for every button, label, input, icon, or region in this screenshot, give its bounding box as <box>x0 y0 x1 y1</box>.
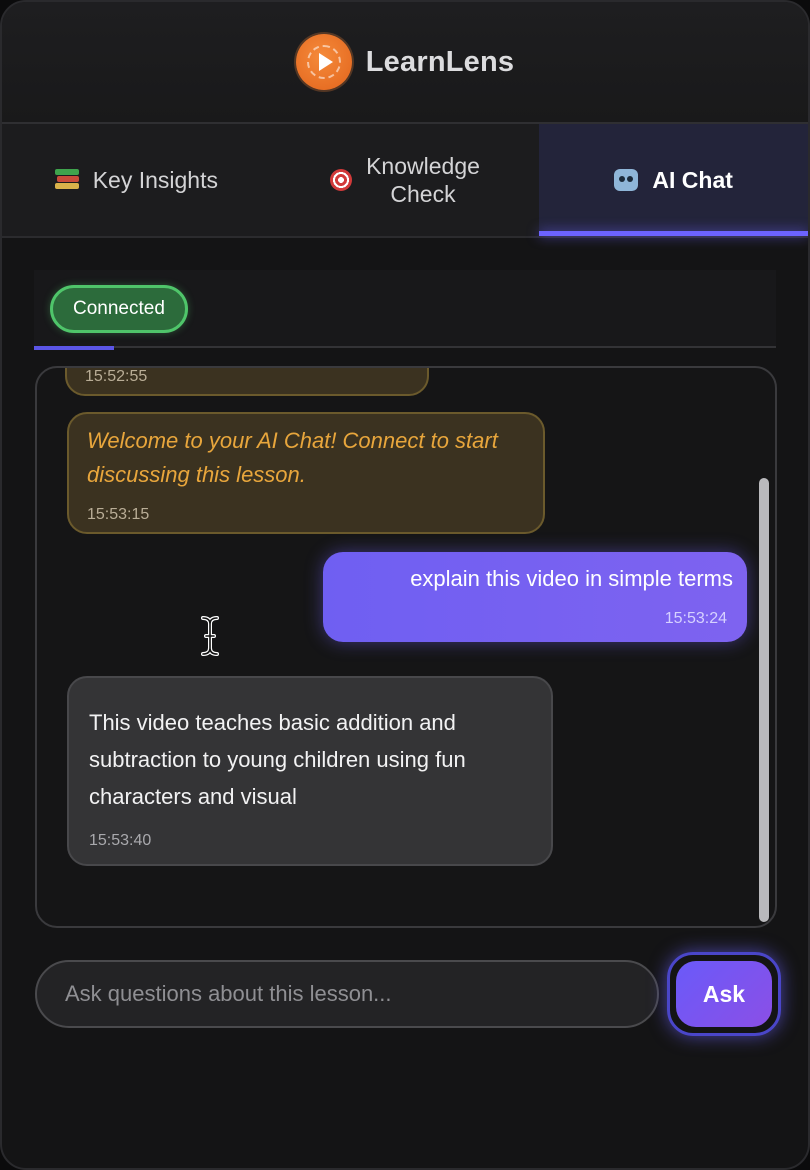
message-text: This video teaches basic addition and su… <box>89 710 466 809</box>
learnlens-panel: LearnLens Key Insights Knowledge Check A… <box>0 0 810 1170</box>
question-input[interactable] <box>35 960 659 1028</box>
tab-label: Key Insights <box>92 167 218 193</box>
target-icon <box>330 169 353 191</box>
ask-button-focus-ring: Ask <box>667 952 781 1036</box>
chat-scrollbar[interactable] <box>759 478 769 922</box>
connection-status-bar: Connected <box>34 270 776 348</box>
app-title: LearnLens <box>365 45 515 78</box>
play-logo-icon <box>295 34 352 90</box>
app-header: LearnLens <box>2 2 808 124</box>
books-icon <box>54 169 79 191</box>
message-time: 15:53:24 <box>664 610 727 627</box>
text-cursor-icon <box>201 616 219 656</box>
assistant-message: This video teaches basic addition and su… <box>67 676 553 866</box>
message-text: explain this video in simple terms <box>410 566 733 591</box>
system-message: Welcome to your AI Chat! Connect to star… <box>67 412 545 534</box>
user-message: explain this video in simple terms 15:53… <box>323 552 747 642</box>
message-time: 15:53:40 <box>89 832 152 849</box>
message-text: Welcome to your AI Chat! Connect to star… <box>87 428 498 487</box>
system-message: 15:52:55 <box>65 368 429 396</box>
tab-bar: Key Insights Knowledge Check AI Chat <box>2 124 808 238</box>
tab-label: Knowledge Check <box>366 153 480 207</box>
chat-messages[interactable]: 15:52:55 Welcome to your AI Chat! Connec… <box>35 366 777 928</box>
tab-label: AI Chat <box>652 167 733 193</box>
tab-key-insights[interactable]: Key Insights <box>2 124 271 236</box>
status-badge: Connected <box>50 285 188 333</box>
status-progress-indicator <box>34 346 114 350</box>
ask-button[interactable]: Ask <box>676 961 772 1027</box>
robot-icon <box>614 169 639 191</box>
tab-knowledge-check[interactable]: Knowledge Check <box>271 124 540 236</box>
message-time: 15:52:55 <box>85 368 148 385</box>
message-time: 15:53:15 <box>87 506 150 523</box>
tab-ai-chat[interactable]: AI Chat <box>539 124 808 236</box>
